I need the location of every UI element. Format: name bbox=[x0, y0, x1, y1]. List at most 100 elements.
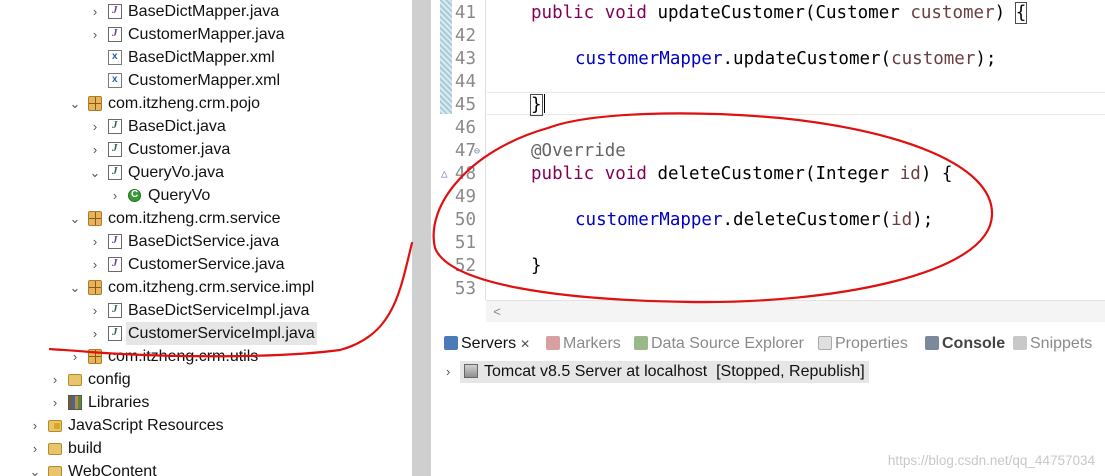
code-text: public void deleteCustomer(Integer id) { bbox=[531, 164, 953, 184]
tree-item-label: build bbox=[68, 440, 102, 457]
tree-item[interactable]: ⌄ com.itzheng.crm.service bbox=[0, 207, 412, 230]
tree-item[interactable]: › Customer.java bbox=[0, 138, 412, 161]
tree-item-selected[interactable]: › CustomerServiceImpl.java bbox=[0, 322, 412, 345]
watermark: https://blog.csdn.net/qq_44757034 bbox=[887, 453, 1095, 468]
code-line[interactable]: 46 bbox=[438, 117, 1105, 140]
chevron-right-icon[interactable]: › bbox=[88, 322, 102, 345]
tree-item[interactable]: ⌄ com.itzheng.crm.pojo bbox=[0, 92, 412, 115]
tree-item-label: com.itzheng.crm.service.impl bbox=[108, 279, 315, 296]
chevron-down-icon[interactable]: ⌄ bbox=[68, 276, 82, 299]
code-line[interactable]: 49 bbox=[438, 186, 1105, 209]
chevron-down-icon[interactable]: ⌄ bbox=[88, 161, 102, 184]
tab-snippets[interactable]: Snippets bbox=[1013, 330, 1092, 358]
chevron-right-icon[interactable]: › bbox=[446, 360, 458, 383]
servers-icon bbox=[444, 336, 458, 350]
chevron-right-icon[interactable]: › bbox=[48, 368, 62, 391]
tab-servers[interactable]: Servers ✕ bbox=[444, 330, 530, 358]
close-icon[interactable]: ✕ bbox=[520, 330, 530, 358]
package-icon bbox=[88, 349, 102, 364]
vertical-scrollbar[interactable] bbox=[412, 0, 431, 476]
tree-item[interactable]: › com.itzheng.crm.utils bbox=[0, 345, 412, 368]
server-entry[interactable]: › Tomcat v8.5 Server at localhost [Stopp… bbox=[438, 360, 1105, 383]
code-line[interactable]: 50 customerMapper.deleteCustomer(id); bbox=[438, 209, 1105, 232]
chevron-right-icon[interactable]: › bbox=[88, 299, 102, 322]
fold-toggle-icon[interactable]: ⊖ bbox=[474, 140, 480, 163]
tree-item[interactable]: › BaseDictService.java bbox=[0, 230, 412, 253]
scroll-left-icon[interactable]: < bbox=[490, 301, 504, 322]
tree-item[interactable]: › CustomerMapper.java bbox=[0, 23, 412, 46]
package-icon bbox=[88, 280, 102, 295]
code-line[interactable]: 43 customerMapper.updateCustomer(custome… bbox=[438, 48, 1105, 71]
code-line[interactable]: 47 ⊖ @Override bbox=[438, 140, 1105, 163]
java-interface-icon bbox=[108, 257, 122, 272]
tree-item[interactable]: ⌄ QueryVo.java bbox=[0, 161, 412, 184]
server-name: Tomcat v8.5 Server at localhost bbox=[484, 363, 708, 380]
tab-properties[interactable]: Properties bbox=[818, 330, 908, 358]
chevron-right-icon[interactable]: › bbox=[88, 23, 102, 46]
chevron-right-icon[interactable]: › bbox=[48, 391, 62, 414]
code-editor[interactable]: 41 public void updateCustomer(Customer c… bbox=[438, 0, 1105, 322]
tree-item-label: com.itzheng.crm.service bbox=[108, 210, 281, 227]
code-line[interactable]: 53 bbox=[438, 278, 1105, 301]
tree-item[interactable]: BaseDictMapper.xml bbox=[0, 46, 412, 69]
tree-item[interactable]: › CustomerService.java bbox=[0, 253, 412, 276]
code-line[interactable]: 44 bbox=[438, 71, 1105, 94]
javascript-resources-icon bbox=[48, 420, 62, 432]
line-number: 53 bbox=[454, 279, 476, 299]
tree-item[interactable]: CustomerMapper.xml bbox=[0, 69, 412, 92]
java-file-icon bbox=[108, 326, 122, 341]
package-icon bbox=[88, 211, 102, 226]
chevron-right-icon[interactable]: › bbox=[88, 230, 102, 253]
tab-data-source-explorer[interactable]: Data Source Explorer bbox=[634, 330, 804, 358]
code-line[interactable]: 41 public void updateCustomer(Customer c… bbox=[438, 2, 1105, 25]
tree-item-label: config bbox=[88, 371, 131, 388]
chevron-right-icon[interactable]: › bbox=[108, 184, 122, 207]
chevron-right-icon[interactable]: › bbox=[28, 437, 42, 460]
chevron-down-icon[interactable]: ⌄ bbox=[28, 460, 42, 476]
folder-icon bbox=[48, 466, 62, 476]
chevron-down-icon[interactable]: ⌄ bbox=[68, 92, 82, 115]
code-line[interactable]: △ 48 public void deleteCustomer(Integer … bbox=[438, 163, 1105, 186]
code-line[interactable]: 52 } bbox=[438, 255, 1105, 278]
data-source-explorer-icon bbox=[634, 336, 648, 350]
tree-item[interactable]: › Libraries bbox=[0, 391, 412, 414]
text-caret bbox=[543, 94, 545, 113]
chevron-right-icon[interactable]: › bbox=[88, 253, 102, 276]
tab-markers[interactable]: Markers bbox=[546, 330, 621, 358]
xml-file-icon bbox=[108, 50, 122, 65]
override-marker-icon[interactable]: △ bbox=[441, 162, 448, 185]
tree-item[interactable]: › QueryVo bbox=[0, 184, 412, 207]
tree-item[interactable]: › build bbox=[0, 437, 412, 460]
tab-console[interactable]: Console bbox=[925, 330, 1005, 358]
tree-item[interactable]: › config bbox=[0, 368, 412, 391]
line-number: 46 bbox=[454, 118, 476, 138]
tree-item[interactable]: › BaseDictMapper.java bbox=[0, 0, 412, 23]
chevron-down-icon[interactable]: ⌄ bbox=[68, 207, 82, 230]
tree-item-label: QueryVo.java bbox=[128, 164, 225, 181]
chevron-right-icon[interactable]: › bbox=[88, 138, 102, 161]
tree-item[interactable]: › BaseDictServiceImpl.java bbox=[0, 299, 412, 322]
server-entry-selection[interactable]: Tomcat v8.5 Server at localhost [Stopped… bbox=[460, 361, 869, 383]
tree-item-label: BaseDictServiceImpl.java bbox=[128, 302, 310, 319]
code-line[interactable]: 45 } bbox=[438, 94, 1105, 117]
tree-item[interactable]: › JavaScript Resources bbox=[0, 414, 412, 437]
tree-item-label: Libraries bbox=[88, 394, 150, 411]
chevron-right-icon[interactable]: › bbox=[88, 0, 102, 23]
chevron-right-icon[interactable]: › bbox=[28, 414, 42, 437]
tree-item[interactable]: › BaseDict.java bbox=[0, 115, 412, 138]
tree-item[interactable]: ⌄ WebContent bbox=[0, 460, 412, 476]
line-number: 43 bbox=[454, 49, 476, 69]
horizontal-scrollbar[interactable]: < bbox=[486, 300, 1105, 322]
chevron-right-icon[interactable]: › bbox=[88, 115, 102, 138]
view-tab-bar: Servers ✕ Markers Data Source Explorer Pr… bbox=[438, 330, 1105, 358]
tree-item[interactable]: ⌄ com.itzheng.crm.service.impl bbox=[0, 276, 412, 299]
java-file-icon bbox=[108, 165, 122, 180]
tree-item-label: com.itzheng.crm.utils bbox=[108, 348, 259, 365]
tree-item-label: WebContent bbox=[68, 463, 157, 476]
code-line[interactable]: 42 bbox=[438, 25, 1105, 48]
chevron-right-icon[interactable]: › bbox=[68, 345, 82, 368]
pane-divider[interactable] bbox=[412, 0, 438, 476]
line-number: 49 bbox=[454, 187, 476, 207]
code-line[interactable]: 51 bbox=[438, 232, 1105, 255]
package-icon bbox=[88, 96, 102, 111]
